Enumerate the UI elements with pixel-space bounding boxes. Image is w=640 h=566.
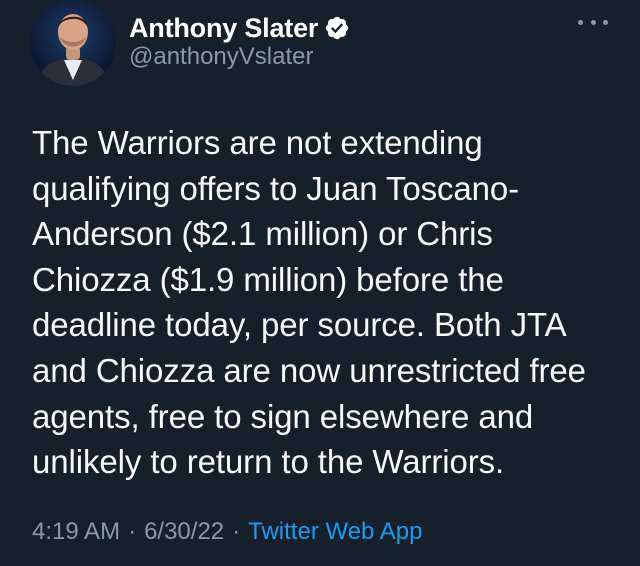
tweet-source-link[interactable]: Twitter Web App — [248, 518, 422, 546]
verified-badge-icon — [324, 15, 350, 41]
separator: · — [232, 518, 241, 545]
author-display-name[interactable]: Anthony Slater — [129, 13, 318, 44]
avatar[interactable] — [30, 0, 116, 86]
author-name-row: Anthony Slater — [129, 10, 350, 46]
tweet-date[interactable]: 6/30/22 — [144, 518, 224, 546]
separator: · — [128, 518, 137, 545]
tweet-text: The Warriors are not extending qualifyin… — [32, 124, 586, 481]
author-handle[interactable]: @anthonyVslater — [129, 43, 313, 71]
avatar-photo — [30, 0, 116, 86]
tweet-metadata: 4:19 AM · 6/30/22 · Twitter Web App — [32, 518, 422, 546]
more-options-icon[interactable] — [578, 14, 608, 30]
tweet-time[interactable]: 4:19 AM — [32, 518, 120, 546]
